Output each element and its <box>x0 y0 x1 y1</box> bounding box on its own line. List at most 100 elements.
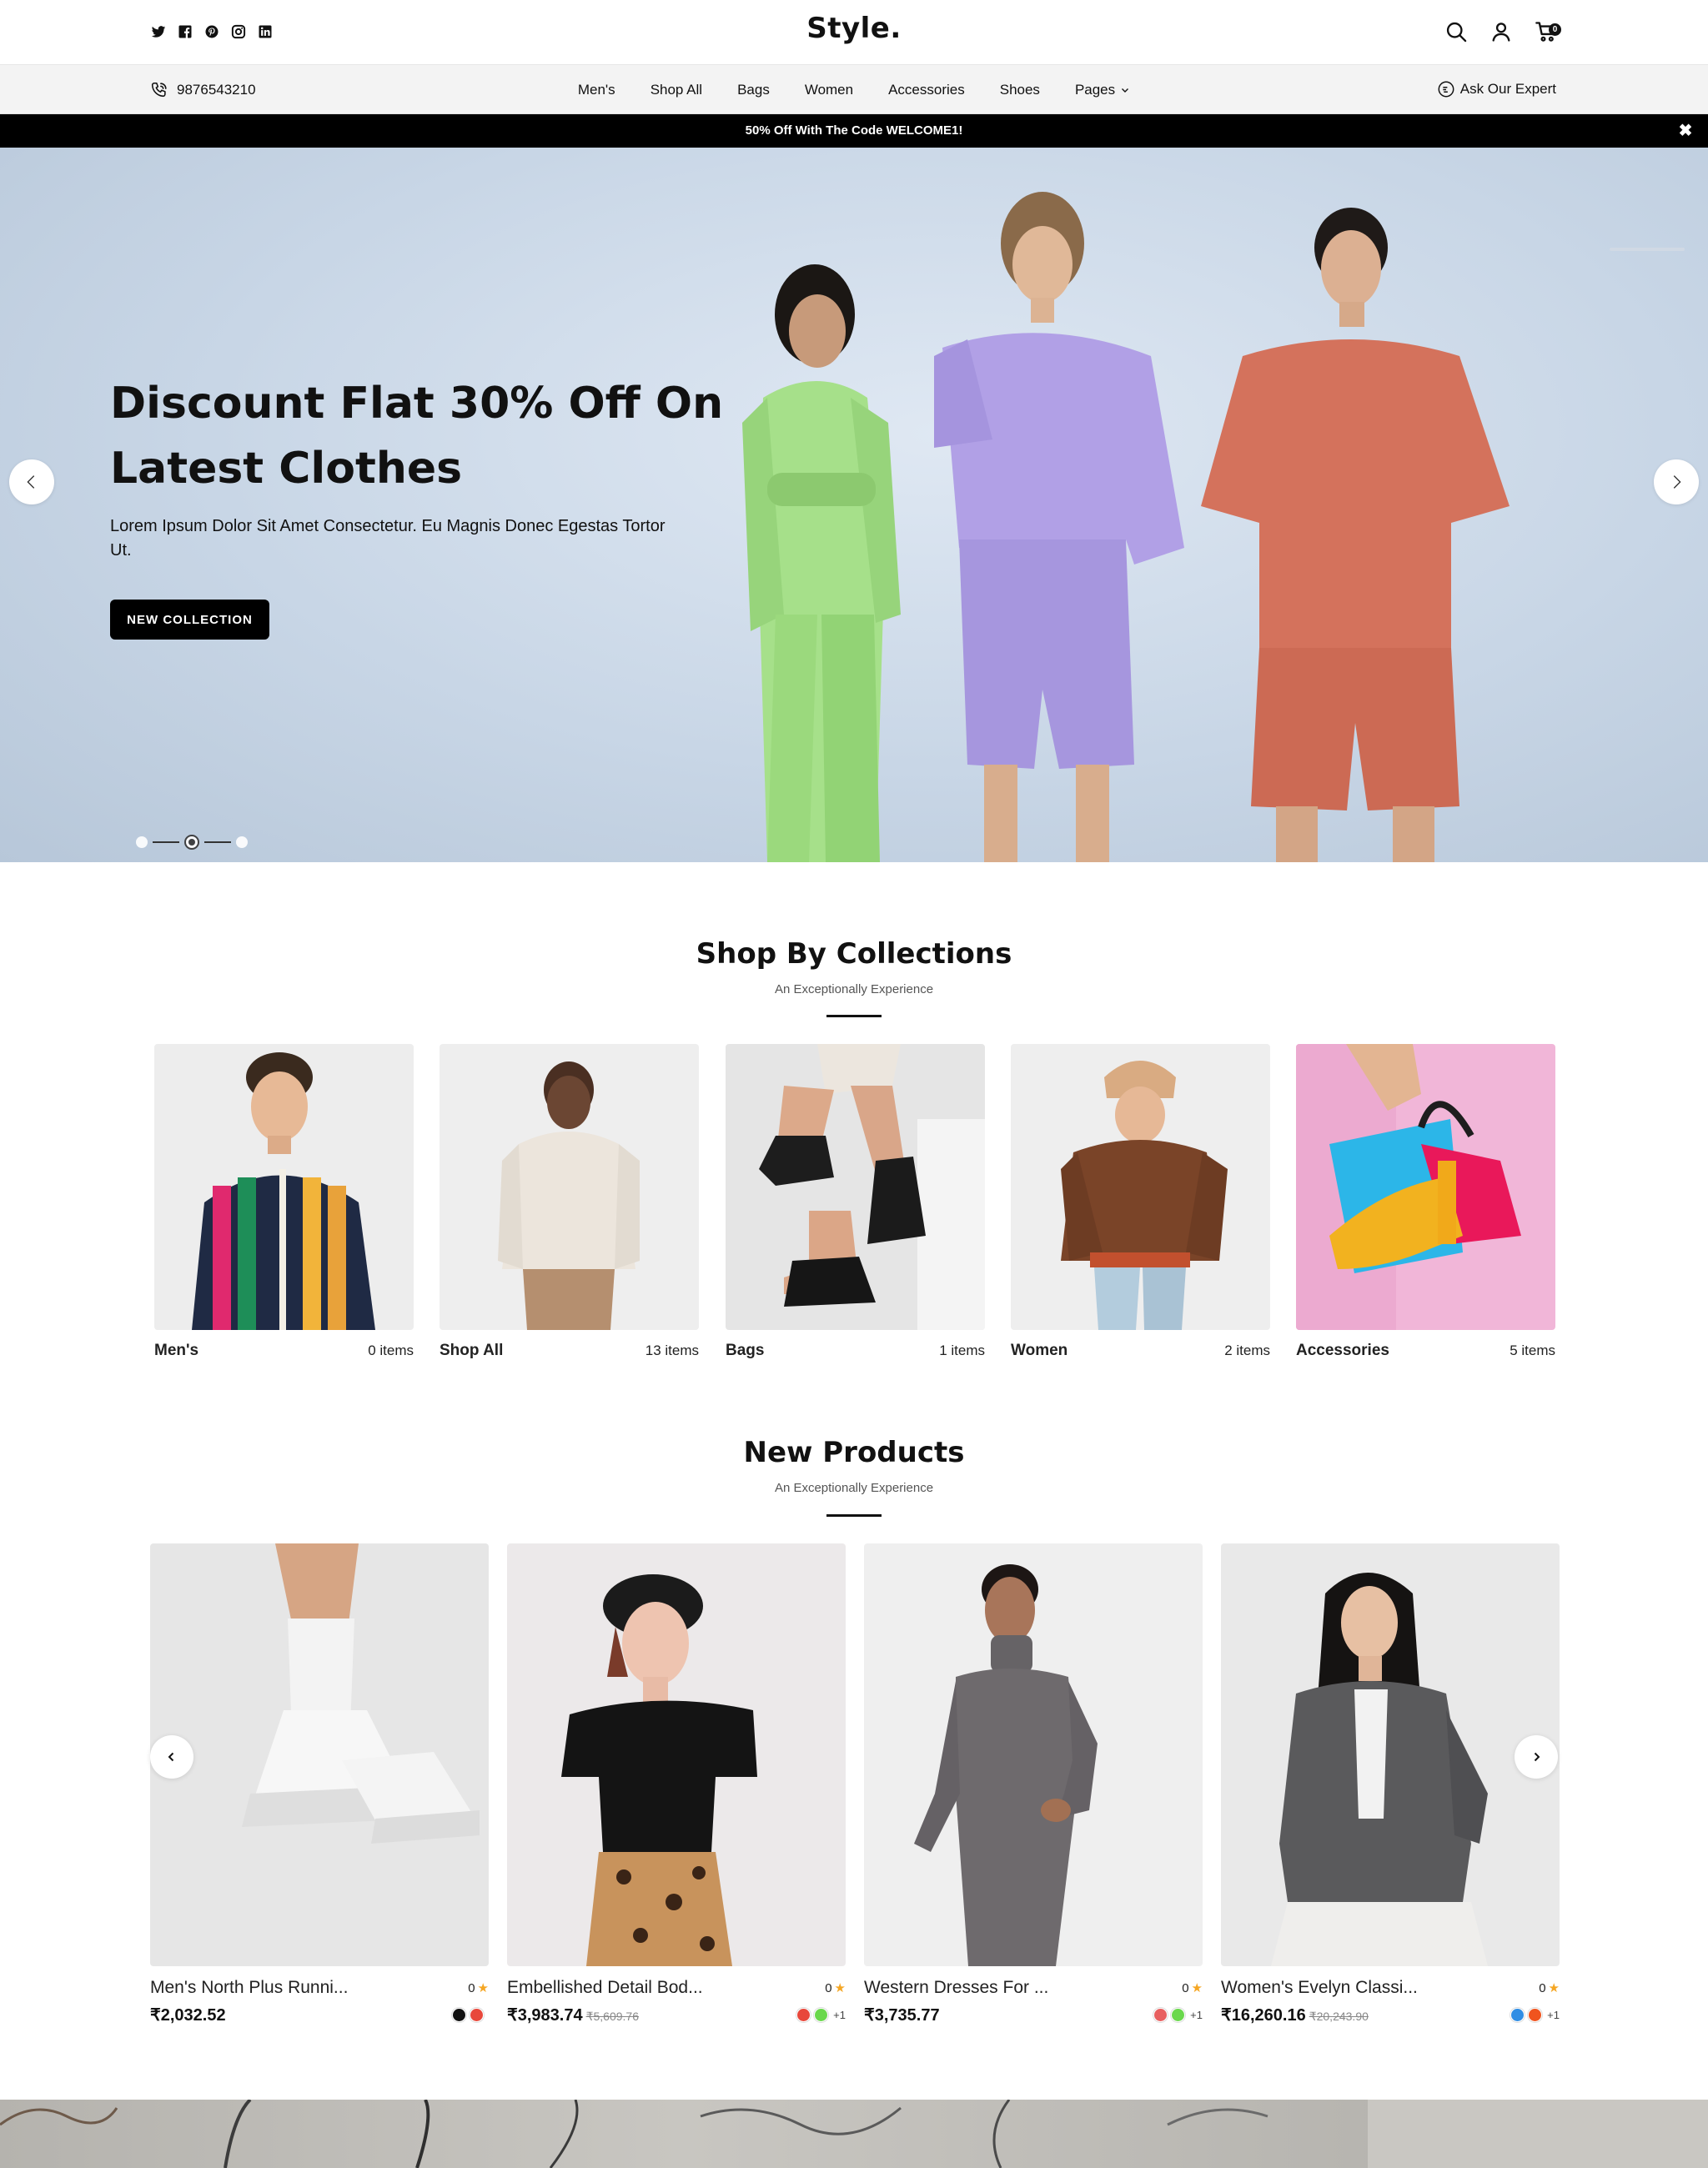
slide-dot-2[interactable] <box>184 835 199 850</box>
product-name[interactable]: Western Dresses For ... <box>864 1978 1048 1998</box>
rating-count: 0 <box>1182 1980 1189 1995</box>
main-navbar: 9876543210 Men's Shop All Bags Women Acc… <box>0 65 1708 114</box>
collection-count: 5 items <box>1510 1342 1555 1358</box>
collection-count: 1 items <box>939 1342 985 1358</box>
collection-card-bags[interactable]: Bags 1 items <box>726 1044 985 1360</box>
product-image[interactable] <box>1221 1543 1560 1966</box>
collection-image[interactable] <box>726 1044 985 1330</box>
chevron-left-icon <box>27 475 35 489</box>
user-icon[interactable] <box>1488 18 1515 45</box>
color-swatch[interactable] <box>814 2008 829 2022</box>
collection-name[interactable]: Accessories <box>1296 1342 1389 1360</box>
product-image[interactable] <box>507 1543 846 1966</box>
hero-slider: Discount Flat 30% Off On Latest Clothes … <box>0 148 1708 862</box>
nav-item-pages-label: Pages <box>1074 82 1116 98</box>
product-image[interactable] <box>864 1543 1203 1966</box>
current-price: ₹3,983.74 <box>507 2006 583 2025</box>
products-next-button[interactable] <box>1515 1735 1558 1779</box>
new-collection-button[interactable]: NEW COLLECTION <box>110 600 269 640</box>
hero-next-button[interactable] <box>1654 459 1699 504</box>
current-price: ₹3,735.77 <box>864 2006 940 2025</box>
product-card[interactable]: Men's North Plus Runni... 0 ★ ₹2,032.52 <box>150 1543 489 2025</box>
slide-dot-1[interactable] <box>136 836 148 848</box>
product-rating: 0 ★ <box>468 1980 489 1996</box>
color-swatches <box>452 2008 489 2022</box>
nav-item-bags[interactable]: Bags <box>720 82 787 98</box>
collection-name[interactable]: Bags <box>726 1342 764 1360</box>
ask-expert-link[interactable]: Ask Our Expert <box>1437 80 1556 98</box>
collection-card-shop-all[interactable]: Shop All 13 items <box>440 1044 699 1360</box>
products-prev-button[interactable] <box>150 1735 193 1779</box>
expert-badge-icon <box>1438 81 1454 98</box>
star-icon: ★ <box>1548 1981 1560 1995</box>
star-icon: ★ <box>477 1981 489 1995</box>
current-price: ₹16,260.16 <box>1221 2006 1306 2025</box>
hero-prev-button[interactable] <box>9 459 54 504</box>
rating-count: 0 <box>825 1980 832 1995</box>
color-swatches: +1 <box>1510 2008 1560 2022</box>
nav-item-pages[interactable]: Pages <box>1057 82 1148 98</box>
collections-title: Shop By Collections <box>696 937 1012 971</box>
more-colors[interactable]: +1 <box>1547 2009 1560 2021</box>
product-name[interactable]: Men's North Plus Runni... <box>150 1978 348 1998</box>
chevron-right-icon <box>1534 1752 1540 1762</box>
product-name[interactable]: Embellished Detail Bod... <box>507 1978 703 1998</box>
color-swatches: +1 <box>1153 2008 1203 2022</box>
nav-item-shop-all[interactable]: Shop All <box>633 82 720 98</box>
announcement-text: 50% Off With The Code WELCOME1! <box>745 123 963 138</box>
rating-count: 0 <box>468 1980 475 1995</box>
collection-image[interactable] <box>154 1044 414 1330</box>
close-icon[interactable]: ✖ <box>1676 122 1695 140</box>
collection-count: 13 items <box>645 1342 699 1358</box>
header-actions: 0 <box>1443 18 1561 45</box>
nav-item-mens[interactable]: Men's <box>560 82 633 98</box>
pagination-connector <box>204 841 231 843</box>
slide-dot-3[interactable] <box>236 836 248 848</box>
announcement-bar: 50% Off With The Code WELCOME1! ✖ <box>0 114 1708 148</box>
current-price: ₹2,032.52 <box>150 2006 226 2025</box>
pagination-connector <box>153 841 179 843</box>
color-swatch[interactable] <box>796 2008 811 2022</box>
hero-pagination <box>136 835 248 850</box>
color-swatch[interactable] <box>1171 2008 1186 2022</box>
product-card[interactable]: Women's Evelyn Classi... 0 ★ ₹16,260.16 ₹2… <box>1221 1543 1560 2025</box>
cart-icon[interactable]: 0 <box>1533 18 1561 45</box>
collection-card-mens[interactable]: Men's 0 items <box>154 1044 414 1360</box>
collection-image[interactable] <box>440 1044 699 1330</box>
product-price: ₹2,032.52 <box>150 2005 229 2025</box>
product-price: ₹3,983.74 ₹5,609.76 <box>507 2005 639 2025</box>
color-swatch[interactable] <box>470 2008 484 2022</box>
color-swatch[interactable] <box>1528 2008 1543 2022</box>
product-card[interactable]: Western Dresses For ... 0 ★ ₹3,735.77 +1 <box>864 1543 1203 2025</box>
chevron-down-icon <box>1122 88 1129 93</box>
color-swatch[interactable] <box>452 2008 466 2022</box>
collections-subtitle: An Exceptionally Experience <box>774 982 934 996</box>
more-colors[interactable]: +1 <box>833 2009 846 2021</box>
product-image[interactable] <box>150 1543 489 1966</box>
collection-name[interactable]: Women <box>1011 1342 1068 1360</box>
color-swatch[interactable] <box>1510 2008 1525 2022</box>
collection-count: 0 items <box>368 1342 414 1358</box>
product-rating: 0 ★ <box>1182 1980 1203 1996</box>
more-colors[interactable]: +1 <box>1190 2009 1203 2021</box>
products-subtitle: An Exceptionally Experience <box>774 1481 934 1495</box>
collection-image[interactable] <box>1296 1044 1555 1330</box>
old-price: ₹20,243.90 <box>1309 2010 1369 2023</box>
product-rating: 0 ★ <box>825 1980 846 1996</box>
search-icon[interactable] <box>1443 18 1469 45</box>
nav-item-women[interactable]: Women <box>787 82 871 98</box>
collection-image[interactable] <box>1011 1044 1270 1330</box>
collection-name[interactable]: Shop All <box>440 1342 503 1360</box>
nav-item-shoes[interactable]: Shoes <box>982 82 1057 98</box>
collection-name[interactable]: Men's <box>154 1342 198 1360</box>
hero-models-image <box>742 192 1510 862</box>
nav-item-accessories[interactable]: Accessories <box>871 82 982 98</box>
collection-count: 2 items <box>1224 1342 1270 1358</box>
product-card[interactable]: Embellished Detail Bod... 0 ★ ₹3,983.74 ₹5… <box>507 1543 846 2025</box>
product-name[interactable]: Women's Evelyn Classi... <box>1221 1978 1418 1998</box>
old-price: ₹5,609.76 <box>585 2010 639 2023</box>
collection-card-accessories[interactable]: Accessories 5 items <box>1296 1044 1555 1360</box>
collection-card-women[interactable]: Women 2 items <box>1011 1044 1270 1360</box>
products-title: New Products <box>743 1436 965 1469</box>
color-swatch[interactable] <box>1153 2008 1168 2022</box>
